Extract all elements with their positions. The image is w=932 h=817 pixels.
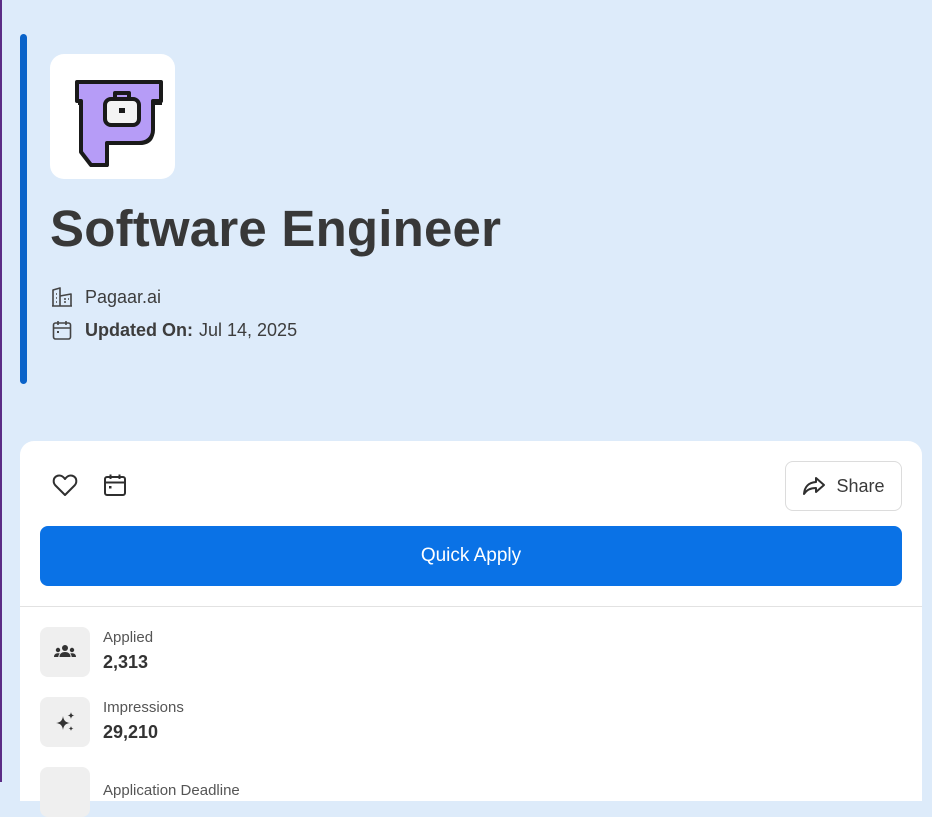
sparkle-icon <box>40 697 90 747</box>
calendar-icon <box>51 319 73 341</box>
share-icon <box>802 474 826 498</box>
deadline-icon <box>40 767 90 817</box>
company-logo <box>50 54 175 179</box>
updated-label: Updated On: <box>85 319 193 340</box>
stat-label: Application Deadline <box>103 782 240 799</box>
accent-bar <box>20 34 27 384</box>
add-to-calendar-button[interactable] <box>99 469 131 501</box>
job-header: Software Engineer Pagaar.ai Updated On: … <box>20 34 920 384</box>
calendar-icon <box>104 474 126 496</box>
job-title: Software Engineer <box>50 200 502 257</box>
stat-applied: Applied 2,313 <box>40 627 153 677</box>
stat-value: 2,313 <box>103 652 149 672</box>
stat-label: Applied <box>103 629 154 646</box>
company-name: Pagaar.ai <box>85 286 162 307</box>
stat-impressions: Impressions 29,210 <box>40 697 184 747</box>
stat-deadline: Application Deadline <box>40 767 240 817</box>
share-button[interactable]: Share <box>785 461 902 511</box>
company-row: Pagaar.ai <box>51 285 161 309</box>
heart-icon <box>52 474 78 496</box>
divider <box>20 606 922 607</box>
pagaar-logo-icon <box>74 79 163 167</box>
updated-date: Jul 14, 2025 <box>199 319 298 340</box>
stat-value: 29,210 <box>103 722 159 742</box>
updated-row: Updated On: Jul 14, 2025 <box>51 318 297 342</box>
quick-apply-button[interactable]: Quick Apply <box>40 526 902 586</box>
page-edge <box>0 0 2 782</box>
apply-card: Share Quick Apply Applied 2,313 Impressi… <box>20 441 922 817</box>
save-job-button[interactable] <box>49 469 81 501</box>
building-icon <box>51 286 73 308</box>
people-icon <box>40 627 90 677</box>
share-label: Share <box>836 475 885 496</box>
stat-label: Impressions <box>103 699 184 716</box>
